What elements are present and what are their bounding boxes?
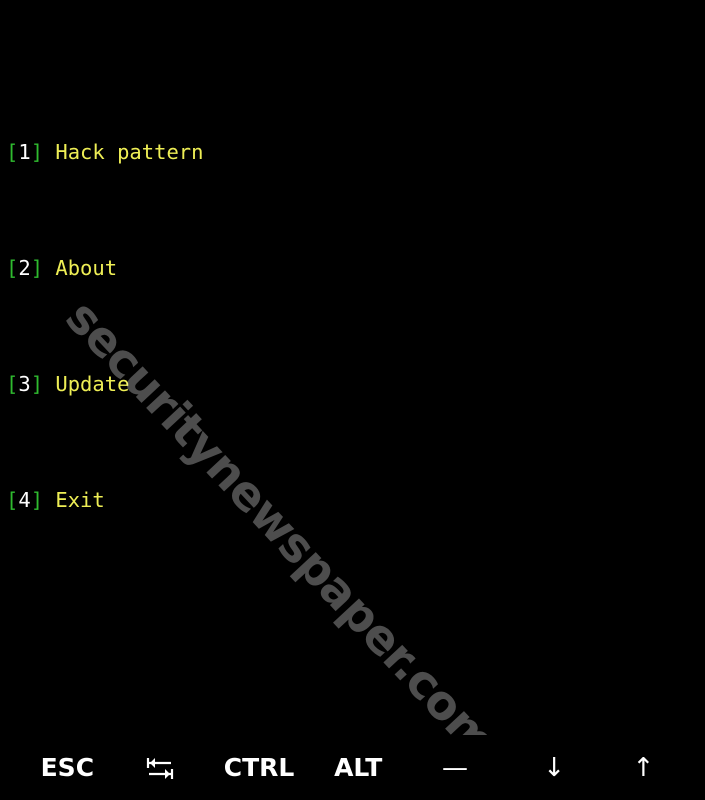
menu-item-2-prefix: [2] (6, 256, 44, 280)
menu-item-4-prefix: [4] (6, 488, 44, 512)
arrow-down-icon[interactable]: ↓ (505, 755, 604, 781)
menu-item-1-label: Hack pattern (55, 140, 204, 164)
menu-item-3[interactable]: [3] Update (6, 370, 705, 399)
menu-item-1[interactable]: [1] Hack pattern (6, 138, 705, 167)
menu-item-1-prefix: [1] (6, 140, 44, 164)
arrow-up-icon[interactable]: ↑ (604, 755, 683, 781)
terminal-screen[interactable]: [1] Hack pattern [2] About [3] Update [4… (0, 0, 705, 735)
virtual-key-toolbar[interactable]: ESC CTRL ALT — ↓ ↑ (0, 735, 705, 800)
menu-item-2[interactable]: [2] About (6, 254, 705, 283)
key-dash[interactable]: — (405, 755, 504, 781)
key-ctrl[interactable]: CTRL (207, 755, 311, 780)
key-esc[interactable]: ESC (22, 755, 113, 780)
menu-item-4-label: Exit (55, 488, 105, 512)
terminal-output: [1] Hack pattern [2] About [3] Update [4… (0, 22, 705, 735)
key-alt[interactable]: ALT (311, 755, 405, 780)
menu-item-3-prefix: [3] (6, 372, 44, 396)
tab-icon[interactable] (113, 755, 207, 781)
menu-item-3-label: Update (55, 372, 130, 396)
menu-item-4[interactable]: [4] Exit (6, 486, 705, 515)
menu-item-2-label: About (55, 256, 118, 280)
